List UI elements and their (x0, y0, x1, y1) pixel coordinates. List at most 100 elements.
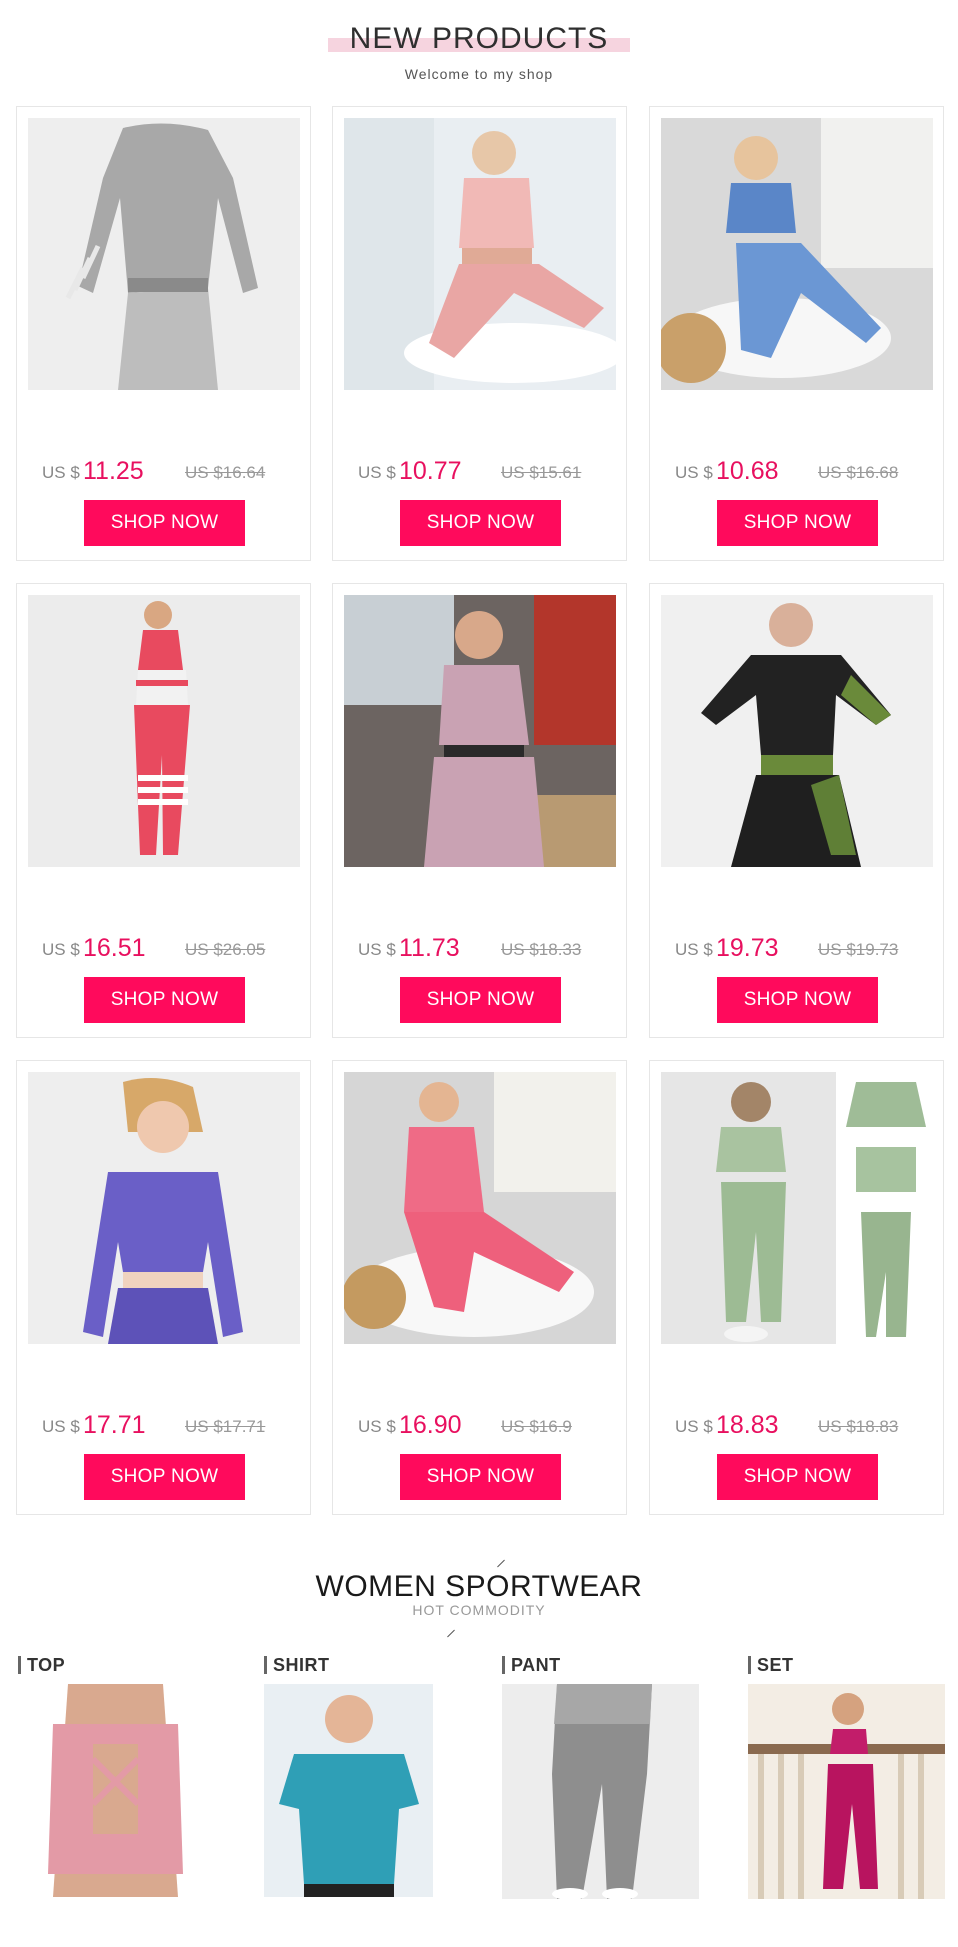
shop-now-button[interactable]: SHOP NOW (84, 1454, 245, 1500)
category-image[interactable] (502, 1684, 699, 1899)
product-photo-red-striped (28, 595, 300, 867)
product-image[interactable] (344, 595, 616, 867)
page: NEW PRODUCTS Welcome to my shop US $ 11.… (0, 0, 958, 1947)
current-price: 18.83 (716, 1411, 779, 1439)
new-products-title: NEW PRODUCTS (349, 22, 609, 55)
original-price: US $15.61 (501, 463, 582, 482)
product-image[interactable] (661, 1072, 933, 1344)
product-card[interactable]: US $ 11.25 US $16.64 SHOP NOW (16, 106, 311, 561)
category-photo-pant (502, 1684, 699, 1899)
category-label[interactable]: PANT (511, 1655, 561, 1676)
category-photo-top (28, 1684, 203, 1897)
product-card[interactable]: US $ 10.77 US $15.61 SHOP NOW (332, 106, 627, 561)
shop-now-button[interactable]: SHOP NOW (717, 977, 878, 1023)
product-image[interactable] (28, 118, 300, 390)
currency-label: US $ (358, 940, 396, 959)
product-card[interactable]: US $ 11.73 US $18.33 SHOP NOW (332, 583, 627, 1038)
sportwear-subtitle: HOT COMMODITY (412, 1602, 546, 1618)
product-card[interactable]: US $ 16.90 US $16.9 SHOP NOW (332, 1060, 627, 1515)
current-price: 11.73 (399, 934, 460, 962)
product-image[interactable] (661, 118, 933, 390)
price-row: US $ 18.83 US $18.83 (650, 1411, 943, 1441)
original-price: US $16.9 (501, 1417, 572, 1436)
new-products-title-wrap: NEW PRODUCTS (327, 22, 631, 56)
current-price: 10.68 (716, 457, 779, 485)
current-price: 16.51 (83, 934, 146, 962)
currency-label: US $ (358, 463, 396, 482)
category-top[interactable]: TOP (18, 1654, 203, 1897)
category-set[interactable]: SET (748, 1654, 945, 1899)
price-row: US $ 11.25 US $16.64 (17, 457, 310, 487)
product-card[interactable]: US $ 18.83 US $18.83 SHOP NOW (649, 1060, 944, 1515)
product-photo-pink-tank (344, 118, 616, 390)
category-image[interactable] (748, 1684, 945, 1899)
original-price: US $16.68 (818, 463, 899, 482)
shop-now-button[interactable]: SHOP NOW (400, 1454, 561, 1500)
sportwear-header: WOMEN SPORTWEAR HOT COMMODITY (0, 1570, 958, 1618)
new-products-header: NEW PRODUCTS Welcome to my shop (0, 22, 958, 82)
category-marker (18, 1656, 21, 1674)
product-card[interactable]: US $ 10.68 US $16.68 SHOP NOW (649, 106, 944, 561)
category-label[interactable]: SHIRT (273, 1655, 330, 1676)
category-pant[interactable]: PANT (502, 1654, 699, 1899)
category-label[interactable]: TOP (27, 1655, 65, 1676)
category-label-row: SHIRT (264, 1654, 330, 1676)
category-marker (748, 1656, 751, 1674)
product-photo-coral-set (344, 1072, 616, 1344)
sportwear-title: WOMEN SPORTWEAR (315, 1570, 643, 1603)
category-photo-set (748, 1684, 945, 1899)
current-price: 11.25 (83, 457, 144, 485)
decorative-slash (447, 1629, 455, 1638)
product-image[interactable] (344, 118, 616, 390)
original-price: US $19.73 (818, 940, 899, 959)
shop-now-button[interactable]: SHOP NOW (717, 500, 878, 546)
current-price: 19.73 (716, 934, 779, 962)
currency-label: US $ (42, 1417, 80, 1436)
shop-now-button[interactable]: SHOP NOW (400, 500, 561, 546)
current-price: 17.71 (83, 1411, 146, 1439)
shop-now-button[interactable]: SHOP NOW (84, 977, 245, 1023)
product-photo-purple-longsleeve (28, 1072, 300, 1344)
product-image[interactable] (344, 1072, 616, 1344)
product-image[interactable] (28, 1072, 300, 1344)
currency-label: US $ (42, 940, 80, 959)
price-row: US $ 16.51 US $26.05 (17, 934, 310, 964)
original-price: US $26.05 (185, 940, 266, 959)
price-row: US $ 10.77 US $15.61 (333, 457, 626, 487)
category-label[interactable]: SET (757, 1655, 794, 1676)
product-photo-mauve-gym (344, 595, 616, 867)
shop-now-button[interactable]: SHOP NOW (400, 977, 561, 1023)
product-card[interactable]: US $ 19.73 US $19.73 SHOP NOW (649, 583, 944, 1038)
product-photo-blue-tank (661, 118, 933, 390)
category-label-row: TOP (18, 1654, 65, 1676)
price-row: US $ 17.71 US $17.71 (17, 1411, 310, 1441)
category-photo-shirt (264, 1684, 433, 1897)
product-card[interactable]: US $ 16.51 US $26.05 SHOP NOW (16, 583, 311, 1038)
category-image[interactable] (28, 1684, 203, 1897)
currency-label: US $ (675, 463, 713, 482)
product-photo-green-camo (661, 1072, 933, 1344)
currency-label: US $ (358, 1417, 396, 1436)
product-image[interactable] (661, 595, 933, 867)
category-image[interactable] (264, 1684, 433, 1897)
category-shirt[interactable]: SHIRT (264, 1654, 433, 1897)
price-row: US $ 16.90 US $16.9 (333, 1411, 626, 1441)
category-marker (502, 1656, 505, 1674)
product-card[interactable]: US $ 17.71 US $17.71 SHOP NOW (16, 1060, 311, 1515)
new-products-subtitle: Welcome to my shop (404, 66, 554, 82)
decorative-slash (497, 1559, 505, 1568)
price-row: US $ 10.68 US $16.68 (650, 457, 943, 487)
product-photo-black-green (661, 595, 933, 867)
price-row: US $ 19.73 US $19.73 (650, 934, 943, 964)
category-label-row: PANT (502, 1654, 561, 1676)
currency-label: US $ (42, 463, 80, 482)
shop-now-button[interactable]: SHOP NOW (84, 500, 245, 546)
original-price: US $16.64 (185, 463, 266, 482)
shop-now-button[interactable]: SHOP NOW (717, 1454, 878, 1500)
product-image[interactable] (28, 595, 300, 867)
currency-label: US $ (675, 940, 713, 959)
currency-label: US $ (675, 1417, 713, 1436)
original-price: US $18.33 (501, 940, 582, 959)
original-price: US $18.83 (818, 1417, 899, 1436)
price-row: US $ 11.73 US $18.33 (333, 934, 626, 964)
